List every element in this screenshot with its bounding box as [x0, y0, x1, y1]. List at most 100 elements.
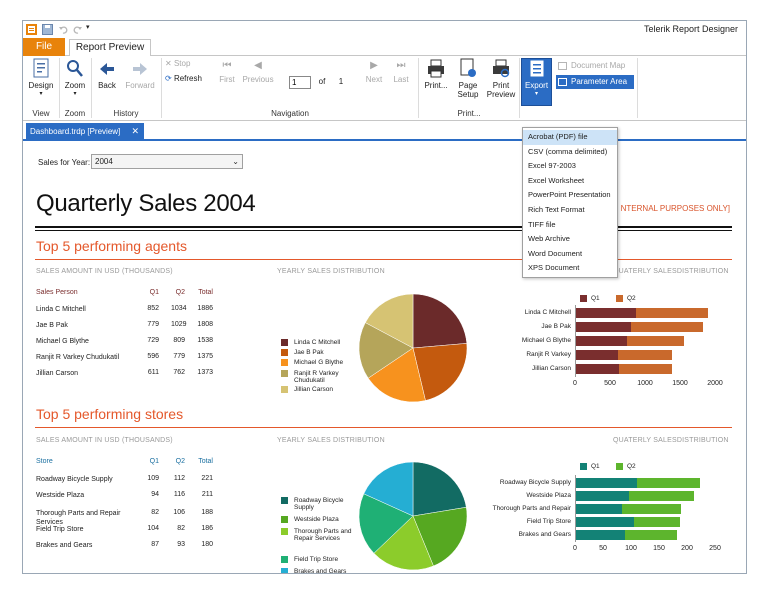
table-cell: Michael G Blythe [36, 338, 89, 345]
export-menu-item[interactable]: Rich Text Format [523, 203, 617, 218]
agents-pie-chart [358, 293, 468, 403]
last-page-icon: ⏭ [396, 60, 406, 71]
close-icon[interactable]: ✕ [131, 123, 139, 140]
stop-button[interactable]: ✕ Stop [165, 59, 205, 68]
export-menu: Acrobat (PDF) file CSV (comma delimited) E… [522, 127, 618, 278]
ribbon: Design ▾ Zoom ▾ Back Forward ✕ Stop ⟳ Re… [23, 56, 746, 121]
document-tabs: Dashboard.trdp [Preview] ✕ [23, 122, 746, 141]
bar-segment [576, 350, 618, 360]
export-menu-item[interactable]: Acrobat (PDF) file [523, 130, 617, 145]
parameter-area-button[interactable]: Parameter Area [556, 75, 634, 89]
export-menu-item[interactable]: CSV (comma delimited) [523, 145, 617, 160]
legend-swatch [580, 295, 587, 302]
export-menu-item[interactable]: Web Archive [523, 232, 617, 247]
legend-label: Michael G Blythe [294, 359, 344, 366]
bar-segment [576, 364, 619, 374]
quarterly-head: QUATERLY SALESDISTRIBUTION [613, 437, 729, 444]
redo-icon[interactable] [72, 24, 83, 35]
print-preview-label: Print Preview [486, 81, 516, 99]
tab-file[interactable]: File [23, 38, 65, 56]
first-page-button[interactable]: ⏮ First [216, 60, 238, 84]
stop-label: Stop [173, 59, 191, 68]
previous-page-button[interactable]: ◀ Previous [241, 60, 275, 84]
export-icon [528, 60, 546, 81]
refresh-label: Refresh [173, 74, 202, 83]
title-bar: ▾ Telerik Report Designer [23, 21, 746, 38]
bar-category-label: Roadway Bicycle Supply [499, 479, 571, 486]
bar-segment [618, 364, 673, 374]
document-map-button[interactable]: Document Map [556, 59, 634, 73]
page-setup-button[interactable]: Page Setup [453, 58, 483, 99]
bar-category-label: Jillian Carson [531, 365, 571, 372]
undo-icon[interactable] [58, 24, 69, 35]
page-setup-label: Page Setup [457, 81, 479, 99]
yearly-head: YEARLY SALES DISTRIBUTION [277, 268, 385, 275]
group-label-zoom: Zoom [64, 109, 86, 118]
table-cell: Field Trip Store [36, 526, 84, 533]
forward-label: Forward [125, 81, 155, 90]
table-cell: 221 [201, 475, 213, 482]
bar-segment [621, 504, 682, 514]
export-menu-item[interactable]: Word Document [523, 247, 617, 262]
section-title-agents: Top 5 performing agents [36, 238, 187, 254]
document-tab[interactable]: Dashboard.trdp [Preview] ✕ [26, 123, 144, 140]
legend-label: Q1 [591, 463, 600, 470]
back-button[interactable]: Back [93, 58, 121, 90]
x-tick-label: 0 [573, 380, 577, 387]
legend-swatch [281, 556, 288, 563]
bar-segment [576, 322, 631, 332]
customize-toolbar-icon[interactable]: ▾ [86, 23, 97, 34]
title-rule [35, 226, 732, 228]
export-menu-item[interactable]: Excel Worksheet [523, 174, 617, 189]
print-label: Print... [424, 81, 448, 90]
export-menu-item[interactable]: Excel 97-2003 [523, 159, 617, 174]
sales-for-year-label: Sales for Year: [38, 158, 91, 167]
page-number-input[interactable] [289, 76, 311, 89]
legend-label: Westside Plaza [294, 516, 339, 523]
print-button[interactable]: Print... [421, 58, 451, 90]
print-preview-button[interactable]: Print Preview [485, 58, 517, 99]
next-page-button[interactable]: ▶ Next [363, 60, 385, 84]
legend-label: Q1 [591, 295, 600, 302]
document-map-label: Document Map [571, 61, 626, 70]
bar-segment [576, 504, 622, 514]
table-cell: 1886 [197, 305, 213, 312]
year-select[interactable]: 2004 ⌄ [91, 154, 243, 169]
design-button[interactable]: Design ▾ [26, 58, 56, 97]
table-cell: Brakes and Gears [36, 542, 93, 549]
export-menu-item[interactable]: XPS Document [523, 261, 617, 276]
bar-category-label: Thorough Parts and Repair [492, 505, 571, 512]
refresh-button[interactable]: ⟳ Refresh [165, 74, 213, 83]
column-header: Total [198, 289, 213, 296]
forward-button[interactable]: Forward [123, 58, 157, 90]
last-page-button[interactable]: ⏭ Last [390, 60, 412, 84]
year-select-value: 2004 [95, 157, 113, 166]
export-menu-item[interactable]: TIFF file [523, 218, 617, 233]
export-menu-item[interactable]: PowerPoint Presentation [523, 188, 617, 203]
export-button[interactable]: Export ▾ [521, 58, 552, 106]
zoom-button[interactable]: Zoom ▾ [61, 58, 89, 97]
divider [637, 58, 638, 118]
bar-segment [628, 491, 694, 501]
quarterly-head: QUATERLY SALESDISTRIBUTION [613, 268, 729, 275]
table-cell: 211 [201, 491, 213, 498]
table-cell: 180 [201, 541, 213, 548]
design-label: Design [28, 81, 54, 90]
table-cell: 109 [147, 475, 159, 482]
internal-purposes-note: NTERNAL PURPOSES ONLY] [620, 204, 730, 213]
document-tab-label: Dashboard.trdp [Preview] [30, 127, 121, 136]
zoom-label: Zoom [64, 81, 86, 90]
table-cell: Westside Plaza [36, 492, 85, 499]
column-header: Store [36, 458, 53, 465]
table-cell: 1375 [197, 353, 213, 360]
legend-label: Brakes and Gears [294, 568, 347, 574]
tab-report-preview[interactable]: Report Preview [69, 39, 151, 57]
table-cell: 1808 [197, 321, 213, 328]
table-cell: 1029 [171, 321, 187, 328]
bar-segment [637, 478, 700, 488]
legend-swatch [281, 497, 288, 504]
bar-segment [576, 517, 635, 527]
of-label: of [318, 77, 326, 86]
legend-swatch [281, 516, 288, 523]
save-icon[interactable] [42, 24, 53, 35]
